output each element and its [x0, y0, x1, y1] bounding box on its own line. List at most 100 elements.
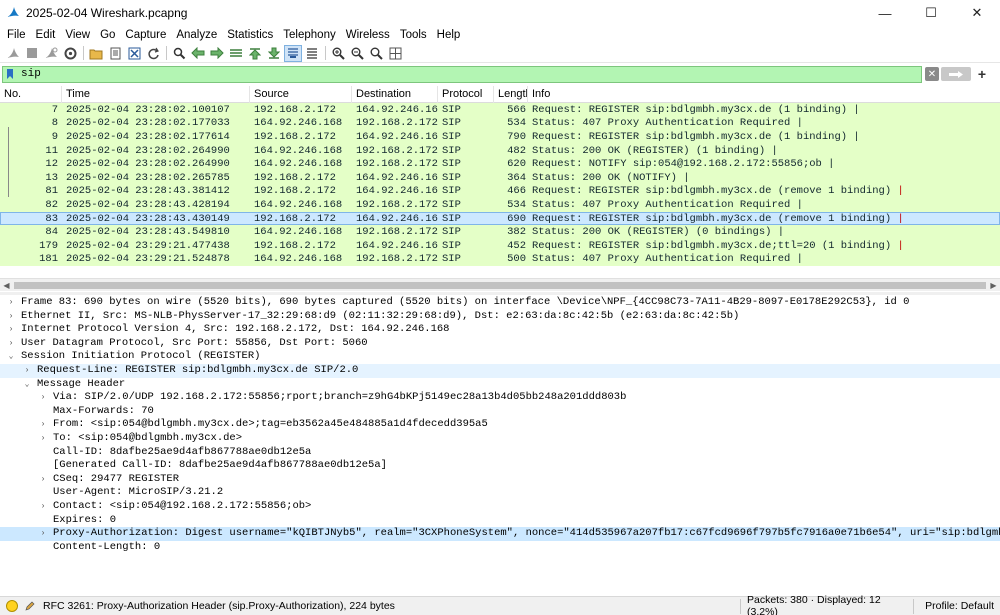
- capture-comment-button[interactable]: [23, 599, 37, 613]
- column-header-info[interactable]: Info: [528, 86, 1000, 103]
- chevron-right-icon[interactable]: ›: [22, 364, 32, 378]
- menu-tools[interactable]: Tools: [395, 26, 432, 44]
- column-header-source[interactable]: Source: [250, 86, 352, 103]
- chevron-right-icon[interactable]: ›: [6, 310, 16, 324]
- auto-scroll-button[interactable]: [284, 44, 302, 62]
- detail-tree-item[interactable]: › Frame 83: 690 bytes on wire (5520 bits)…: [0, 296, 1000, 310]
- detail-tree-item[interactable]: › Contact: <sip:054@192.168.2.172:55856;o…: [0, 500, 1000, 514]
- chevron-right-icon[interactable]: ›: [6, 337, 16, 351]
- colorize-button[interactable]: [303, 45, 321, 62]
- detail-tree-item[interactable]: Call-ID: 8dafbe25ae9d4afb867788ae0db12e5…: [0, 446, 1000, 460]
- reload-file-button[interactable]: [144, 45, 162, 62]
- packet-row[interactable]: 81 2025-02-04 23:28:43.381412 192.168.2.17…: [0, 184, 1000, 199]
- scroll-right-icon[interactable]: ▶: [987, 281, 1000, 290]
- detail-tree-item[interactable]: › From: <sip:054@bdlgmbh.my3cx.de>;tag=eb…: [0, 418, 1000, 432]
- chevron-right-icon[interactable]: ›: [6, 323, 16, 337]
- chevron-right-icon[interactable]: ›: [38, 473, 48, 487]
- find-packet-button[interactable]: [170, 45, 188, 62]
- detail-tree-item[interactable]: › To: <sip:054@bdlgmbh.my3cx.de>: [0, 432, 1000, 446]
- filter-bookmark-button[interactable]: [3, 67, 17, 82]
- chevron-down-icon[interactable]: ⌄: [6, 350, 16, 364]
- packet-row[interactable]: 11 2025-02-04 23:28:02.264990 164.92.246.1…: [0, 143, 1000, 158]
- column-header-protocol[interactable]: Protocol: [438, 86, 494, 103]
- packet-row[interactable]: 13 2025-02-04 23:28:02.265785 192.168.2.17…: [0, 170, 1000, 185]
- packet-cell-info: Status: 407 Proxy Authentication Require…: [532, 117, 803, 130]
- packet-row[interactable]: 84 2025-02-04 23:28:43.549810 164.92.246.1…: [0, 225, 1000, 239]
- chevron-right-icon[interactable]: ›: [38, 432, 48, 446]
- detail-tree-item[interactable]: › Internet Protocol Version 4, Src: 192.1…: [0, 323, 1000, 337]
- chevron-down-icon[interactable]: ⌄: [22, 378, 32, 392]
- detail-tree-item[interactable]: › CSeq: 29477 REGISTER: [0, 473, 1000, 487]
- chevron-right-icon[interactable]: ›: [38, 500, 48, 514]
- packet-row[interactable]: 8 2025-02-04 23:28:02.177033 164.92.246.16…: [0, 116, 1000, 131]
- scrollbar-thumb[interactable]: [14, 282, 986, 289]
- zoom-out-button[interactable]: [348, 45, 366, 62]
- close-button[interactable]: ✕: [954, 0, 1000, 26]
- column-header-length[interactable]: Length: [494, 86, 528, 103]
- menu-view[interactable]: View: [60, 26, 95, 44]
- go-first-packet-button[interactable]: [246, 45, 264, 62]
- go-back-button[interactable]: [189, 45, 207, 62]
- detail-tree-item[interactable]: User-Agent: MicroSIP/3.21.2: [0, 486, 1000, 500]
- column-header-no[interactable]: No.: [0, 86, 62, 103]
- column-header-destination[interactable]: Destination: [352, 86, 438, 103]
- start-capture-button[interactable]: [4, 45, 22, 62]
- chevron-right-icon[interactable]: ›: [38, 418, 48, 432]
- menu-capture[interactable]: Capture: [120, 26, 171, 44]
- packet-row[interactable]: 181 2025-02-04 23:29:21.524878 164.92.246.…: [0, 252, 1000, 267]
- menu-wireless[interactable]: Wireless: [341, 26, 395, 44]
- go-last-packet-button[interactable]: [265, 45, 283, 62]
- save-file-button[interactable]: [106, 45, 124, 62]
- menu-edit[interactable]: Edit: [31, 26, 61, 44]
- scroll-left-icon[interactable]: ◀: [0, 281, 13, 290]
- detail-tree-item[interactable]: › Ethernet II, Src: MS-NLB-PhysServer-17_…: [0, 310, 1000, 324]
- detail-tree-item[interactable]: ⌄ Message Header: [0, 378, 1000, 392]
- pane-splitter[interactable]: [0, 292, 1000, 295]
- packet-row[interactable]: 9 2025-02-04 23:28:02.177614 192.168.2.172…: [0, 130, 1000, 144]
- packet-row[interactable]: 82 2025-02-04 23:28:43.428194 164.92.246.1…: [0, 198, 1000, 212]
- menu-statistics[interactable]: Statistics: [222, 26, 278, 44]
- detail-tree-item[interactable]: Max-Forwards: 70: [0, 405, 1000, 419]
- detail-tree-item[interactable]: Content-Length: 0: [0, 541, 1000, 555]
- maximize-button[interactable]: ☐: [908, 0, 954, 26]
- go-forward-button[interactable]: [208, 45, 226, 62]
- packet-list-scrollbar[interactable]: ◀ ▶: [0, 278, 1000, 291]
- restart-capture-button[interactable]: [42, 45, 60, 62]
- menu-telephony[interactable]: Telephony: [278, 26, 340, 44]
- stop-capture-button[interactable]: [23, 45, 41, 62]
- packet-row[interactable]: 179 2025-02-04 23:29:21.477438 192.168.2.1…: [0, 238, 1000, 253]
- menu-analyze[interactable]: Analyze: [171, 26, 222, 44]
- packet-row[interactable]: 7 2025-02-04 23:28:02.100107 192.168.2.172…: [0, 103, 1000, 117]
- capture-options-button[interactable]: [61, 45, 79, 62]
- apply-filter-button[interactable]: [941, 67, 971, 81]
- detail-tree-item[interactable]: Expires: 0: [0, 514, 1000, 528]
- normal-size-button[interactable]: [367, 45, 385, 62]
- zoom-in-button[interactable]: [329, 45, 347, 62]
- expert-info-icon[interactable]: [6, 600, 18, 612]
- add-filter-button[interactable]: +: [975, 66, 989, 82]
- profile-selector[interactable]: Profile: Default: [920, 600, 1000, 612]
- packet-cell-len: 382: [507, 226, 526, 239]
- menu-file[interactable]: File: [2, 26, 31, 44]
- detail-tree-item[interactable]: › User Datagram Protocol, Src Port: 55856…: [0, 337, 1000, 351]
- menu-help[interactable]: Help: [432, 26, 466, 44]
- resize-columns-button[interactable]: [386, 45, 404, 62]
- detail-tree-item[interactable]: › Via: SIP/2.0/UDP 192.168.2.172:55856;rp…: [0, 391, 1000, 405]
- detail-tree-item[interactable]: ⌄ Session Initiation Protocol (REGISTER): [0, 350, 1000, 364]
- minimize-button[interactable]: —: [862, 0, 908, 26]
- detail-tree-item[interactable]: › Request-Line: REGISTER sip:bdlgmbh.my3c…: [0, 363, 1000, 378]
- menu-go[interactable]: Go: [95, 26, 120, 44]
- column-header-time[interactable]: Time: [62, 86, 250, 103]
- detail-tree-item[interactable]: [Generated Call-ID: 8dafbe25ae9d4afb8677…: [0, 459, 1000, 473]
- chevron-right-icon[interactable]: ›: [6, 296, 16, 310]
- close-file-button[interactable]: [125, 45, 143, 62]
- detail-tree-item[interactable]: › Proxy-Authorization: Digest username="k…: [0, 527, 1000, 541]
- display-filter-input[interactable]: [17, 66, 897, 82]
- packet-row[interactable]: 83 2025-02-04 23:28:43.430149 192.168.2.17…: [0, 211, 1000, 226]
- go-to-packet-button[interactable]: [227, 45, 245, 62]
- open-file-button[interactable]: [87, 45, 105, 62]
- chevron-right-icon[interactable]: ›: [38, 391, 48, 405]
- chevron-right-icon[interactable]: ›: [38, 527, 48, 541]
- packet-row[interactable]: 12 2025-02-04 23:28:02.264990 164.92.246.1…: [0, 157, 1000, 171]
- clear-filter-button[interactable]: ✕: [925, 67, 939, 81]
